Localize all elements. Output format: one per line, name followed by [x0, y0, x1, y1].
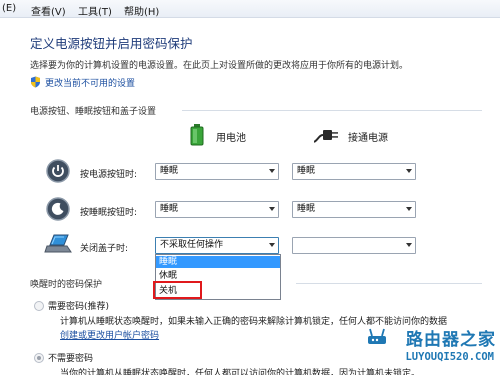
uac-shield-icon: [31, 76, 40, 88]
section-divider: [296, 283, 482, 284]
select-value: 睡眠: [160, 166, 179, 176]
menu-view[interactable]: 查看(V): [31, 3, 66, 18]
sleep-button-label: 按睡眠按钮时:: [80, 208, 138, 218]
chevron-down-icon: [269, 207, 275, 211]
create-password-link[interactable]: 创建或更改用户帐户密码: [60, 328, 159, 341]
password-section-heading: 唤醒时的密码保护: [30, 280, 103, 290]
menu-edit[interactable]: (E): [2, 3, 16, 14]
shutdown-highlight-box: [153, 281, 202, 299]
router-logo-icon: [368, 328, 386, 344]
power-button-icon: [46, 159, 70, 183]
change-settings-label: 更改当前不可用的设置: [45, 79, 136, 89]
select-value: 睡眠: [297, 166, 316, 176]
require-password-radio[interactable]: [34, 301, 44, 311]
lid-close-label: 关闭盖子时:: [80, 244, 129, 254]
battery-icon: [190, 124, 204, 146]
chevron-down-icon: [406, 243, 412, 247]
no-password-label: 不需要密码: [48, 354, 94, 364]
no-password-radio[interactable]: [34, 353, 44, 363]
page-description: 选择要为你的计算机设置的电源设置。在此页上对设置所做的更改将应用于你所有的电源计…: [30, 61, 409, 71]
power-plug-icon: [314, 130, 338, 143]
buttons-section-heading: 电源按钮、睡眠按钮和盖子设置: [30, 107, 157, 117]
site-watermark: 路由器之家 LUYOUQI520.COM: [366, 325, 496, 371]
battery-column-label: 用电池: [216, 133, 246, 144]
menu-help[interactable]: 帮助(H): [124, 3, 159, 18]
select-value: 睡眠: [160, 204, 179, 214]
power-button-plugged-select[interactable]: 睡眠: [292, 163, 416, 180]
lid-plugged-select[interactable]: [292, 237, 416, 254]
menu-bar: (E) 查看(V) 工具(T) 帮助(H): [0, 0, 500, 18]
page-title: 定义电源按钮并启用密码保护: [30, 36, 193, 51]
section-divider: [182, 110, 482, 111]
power-button-label: 按电源按钮时:: [80, 170, 138, 180]
sleep-button-icon: [46, 197, 70, 221]
change-settings-link[interactable]: 更改当前不可用的设置: [30, 76, 135, 89]
sleep-button-plugged-select[interactable]: 睡眠: [292, 201, 416, 218]
chevron-down-icon: [406, 207, 412, 211]
chevron-down-icon: [269, 243, 275, 247]
chevron-down-icon: [406, 169, 412, 173]
power-button-battery-select[interactable]: 睡眠: [155, 163, 279, 180]
require-password-label: 需要密码(推荐): [48, 302, 110, 312]
select-value: 不采取任何操作: [160, 240, 224, 250]
laptop-lid-icon: [44, 234, 72, 253]
plugged-column-label: 接通电源: [348, 133, 388, 144]
dropdown-option-sleep[interactable]: 睡眠: [156, 256, 280, 268]
sleep-button-battery-select[interactable]: 睡眠: [155, 201, 279, 218]
watermark-title: 路由器之家: [406, 330, 496, 350]
chevron-down-icon: [269, 169, 275, 173]
menu-tools[interactable]: 工具(T): [78, 3, 112, 18]
select-value: 睡眠: [297, 204, 316, 214]
watermark-url: LUYOUQI520.COM: [405, 351, 494, 363]
lid-battery-select[interactable]: 不采取任何操作: [155, 237, 279, 254]
